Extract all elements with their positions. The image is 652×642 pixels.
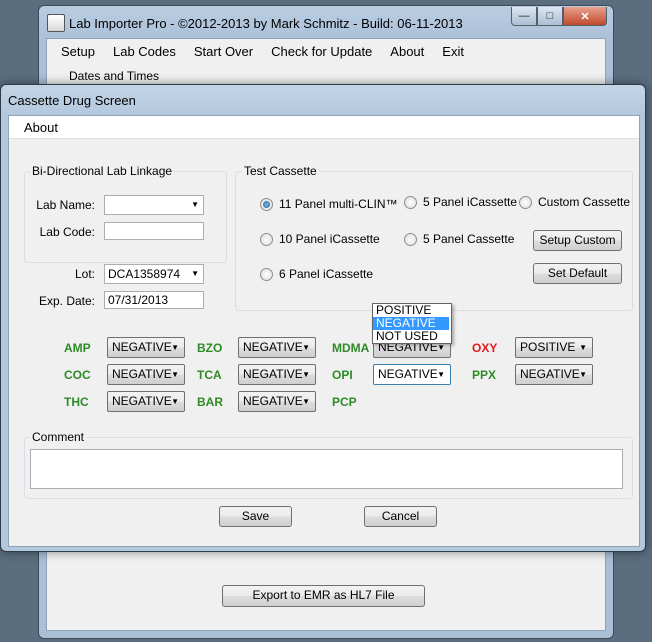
drug-select-bar[interactable]: NEGATIVE ▼ (238, 391, 316, 412)
exp-date-label: Exp. Date: (38, 294, 95, 308)
drug-value-bar: NEGATIVE (243, 394, 303, 408)
drug-label-opi: OPI (332, 368, 353, 382)
menu-lab-codes[interactable]: Lab Codes (104, 44, 185, 59)
drug-value-tca: NEGATIVE (243, 367, 303, 381)
radio-label-10-panel: 10 Panel iCassette (279, 232, 380, 246)
drug-label-ppx: PPX (472, 368, 497, 382)
lab-name-dropdown[interactable]: ▼ (104, 195, 204, 215)
drug-select-coc[interactable]: NEGATIVE ▼ (107, 364, 185, 385)
chevron-down-icon: ▼ (437, 370, 445, 379)
drug-label-amp: AMP (64, 341, 91, 355)
dialog-menubar: About (9, 116, 639, 139)
lot-label: Lot: (74, 267, 95, 281)
drug-select-thc[interactable]: NEGATIVE ▼ (107, 391, 185, 412)
drug-select-bzo[interactable]: NEGATIVE ▼ (238, 337, 316, 358)
drug-value-oxy: POSITIVE (520, 340, 576, 354)
radio-5-panel-icassette[interactable] (404, 196, 417, 209)
save-button[interactable]: Save (219, 506, 292, 527)
drug-select-oxy[interactable]: POSITIVE ▼ (515, 337, 593, 358)
chevron-down-icon: ▼ (171, 370, 179, 379)
export-hl7-button[interactable]: Export to EMR as HL7 File (222, 585, 425, 607)
chevron-down-icon: ▼ (579, 370, 587, 379)
cassette-drug-screen-dialog: Cassette Drug Screen About Bi-Directiona… (0, 84, 646, 552)
drug-value-amp: NEGATIVE (112, 340, 172, 354)
chevron-down-icon: ▼ (302, 343, 310, 352)
menu-setup[interactable]: Setup (47, 44, 104, 59)
minimize-icon[interactable]: — (511, 7, 537, 26)
cancel-button[interactable]: Cancel (364, 506, 437, 527)
close-icon[interactable]: ✕ (563, 7, 607, 26)
drug-label-bzo: BZO (197, 341, 223, 355)
radio-label-5-panel-icassette: 5 Panel iCassette (423, 195, 518, 209)
drug-value-bzo: NEGATIVE (243, 340, 303, 354)
set-default-button[interactable]: Set Default (533, 263, 622, 284)
drug-label-coc: COC (64, 368, 91, 382)
menu-exit[interactable]: Exit (433, 44, 473, 59)
radio-label-6-panel: 6 Panel iCassette (279, 267, 374, 281)
app-icon (47, 14, 65, 32)
lab-code-input[interactable] (104, 222, 204, 240)
menu-start-over[interactable]: Start Over (185, 44, 262, 59)
dialog-title: Cassette Drug Screen (8, 93, 136, 108)
exp-date-input[interactable]: 07/31/2013 (104, 291, 204, 309)
menu-check-for-update[interactable]: Check for Update (262, 44, 381, 59)
caption-buttons: — □ ✕ (511, 7, 607, 26)
drug-value-coc: NEGATIVE (112, 367, 172, 381)
maximize-icon[interactable]: □ (537, 7, 563, 26)
radio-label-custom-cassette: Custom Cassette (538, 195, 631, 209)
drug-label-bar: BAR (197, 395, 223, 409)
chevron-down-icon: ▼ (191, 269, 199, 278)
dropdown-option-not-used[interactable]: NOT USED (373, 330, 449, 343)
chevron-down-icon: ▼ (191, 200, 199, 209)
drug-label-mdma: MDMA (332, 341, 370, 355)
dialog-client-area: About Bi-Directional Lab Linkage Lab Nam… (8, 115, 640, 547)
comment-legend: Comment (30, 430, 87, 444)
drug-label-thc: THC (64, 395, 89, 409)
drug-select-opi[interactable]: NEGATIVE ▼ (373, 364, 451, 385)
radio-11-panel-multi-clin[interactable] (260, 198, 273, 211)
drug-select-amp[interactable]: NEGATIVE ▼ (107, 337, 185, 358)
lab-linkage-legend: Bi-Directional Lab Linkage (30, 164, 175, 178)
drug-select-ppx[interactable]: NEGATIVE ▼ (515, 364, 593, 385)
radio-label-5-panel-cassette: 5 Panel Cassette (423, 232, 515, 246)
lot-dropdown[interactable]: DCA1358974 ▼ (104, 264, 204, 284)
comment-textarea[interactable] (30, 449, 623, 489)
drug-label-pcp: PCP (332, 395, 357, 409)
radio-6-panel-icassette[interactable] (260, 268, 273, 281)
menu-about[interactable]: About (381, 44, 433, 59)
chevron-down-icon: ▼ (579, 343, 587, 352)
chevron-down-icon: ▼ (302, 397, 310, 406)
chevron-down-icon: ▼ (171, 397, 179, 406)
drug-select-tca[interactable]: NEGATIVE ▼ (238, 364, 316, 385)
lab-linkage-group (24, 171, 227, 263)
radio-10-panel-icassette[interactable] (260, 233, 273, 246)
setup-custom-button[interactable]: Setup Custom (533, 230, 622, 251)
drug-label-tca: TCA (197, 368, 222, 382)
drug-value-opi: NEGATIVE (378, 367, 438, 381)
dialog-menu-about[interactable]: About (24, 120, 58, 135)
opi-dropdown-list: POSITIVE NEGATIVE NOT USED (372, 303, 452, 344)
dates-and-times-label: Dates and Times (69, 69, 160, 83)
lab-code-label: Lab Code: (39, 225, 95, 239)
lab-name-label: Lab Name: (36, 198, 95, 212)
drug-value-thc: NEGATIVE (112, 394, 172, 408)
drug-label-oxy: OXY (472, 341, 498, 355)
lot-value: DCA1358974 (108, 267, 181, 281)
test-cassette-legend: Test Cassette (242, 164, 319, 178)
main-window-title: Lab Importer Pro - ©2012-2013 by Mark Sc… (69, 16, 463, 31)
radio-label-11-panel: 11 Panel multi-CLIN™ (279, 197, 398, 211)
radio-custom-cassette[interactable] (519, 196, 532, 209)
radio-5-panel-cassette[interactable] (404, 233, 417, 246)
drug-value-ppx: NEGATIVE (520, 367, 580, 381)
chevron-down-icon: ▼ (171, 343, 179, 352)
main-menubar: Setup Lab Codes Start Over Check for Upd… (47, 39, 605, 63)
chevron-down-icon: ▼ (302, 370, 310, 379)
